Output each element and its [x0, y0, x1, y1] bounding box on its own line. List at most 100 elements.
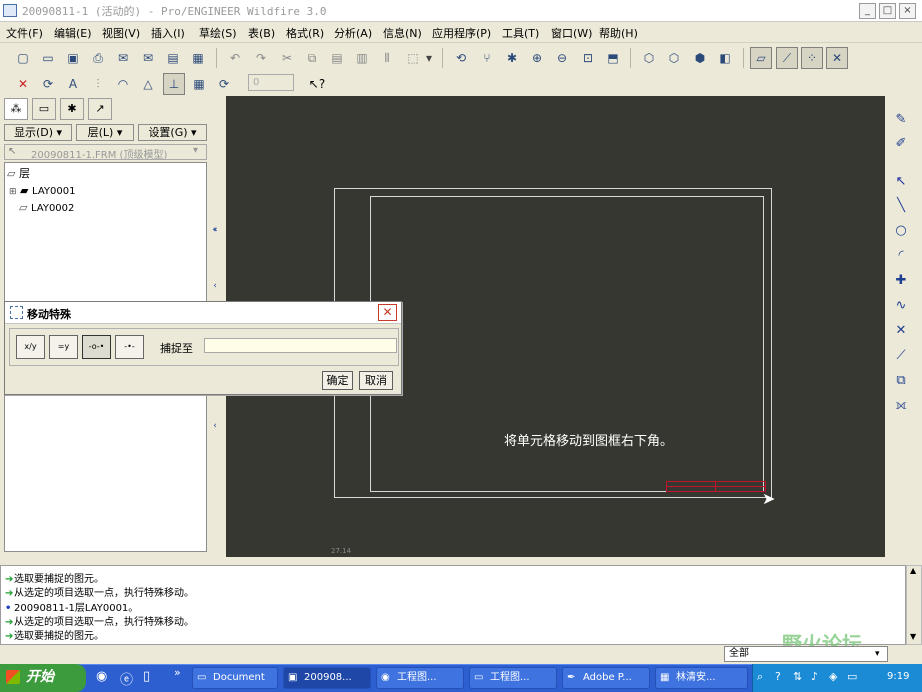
search-icon[interactable]: ⌕: [757, 670, 763, 684]
menu-analysis[interactable]: 分析(A): [334, 25, 372, 41]
selection-box-icon[interactable]: ⬚: [402, 47, 424, 69]
datum-icon[interactable]: △: [137, 73, 159, 95]
export-icon[interactable]: ▦: [187, 47, 209, 69]
scroll-up-icon[interactable]: ▲: [910, 566, 916, 575]
ok-button[interactable]: 确定: [322, 371, 353, 390]
settings-dropdown[interactable]: 设置(G) ▾: [138, 124, 207, 141]
layer-dropdown[interactable]: 层(L) ▾: [76, 124, 134, 141]
new-file-icon[interactable]: ▢: [12, 47, 34, 69]
vertex-snap-button[interactable]: -•-: [115, 335, 144, 359]
display-icon[interactable]: ▭: [847, 670, 857, 683]
arc-icon[interactable]: ◜: [890, 244, 912, 266]
tree-root[interactable]: ▱ 层: [7, 165, 30, 181]
menu-format[interactable]: 格式(R): [286, 25, 324, 41]
menu-file[interactable]: 文件(F): [6, 25, 43, 41]
snap-to-point-button[interactable]: -o-•: [82, 335, 111, 359]
datum-axes-icon[interactable]: ⟋: [776, 47, 798, 69]
snap-to-input[interactable]: [204, 338, 397, 353]
table-icon[interactable]: ▦: [188, 73, 210, 95]
select-arrow-icon[interactable]: ↖: [890, 170, 912, 192]
mirror-icon[interactable]: ⫴: [376, 47, 398, 69]
hidden-line-icon[interactable]: ⬡: [663, 47, 685, 69]
wireframe-icon[interactable]: ⬡: [638, 47, 660, 69]
collapse-handle-icon[interactable]: ‹: [211, 224, 219, 236]
help-icon[interactable]: ?: [775, 670, 781, 683]
sketcher-icon[interactable]: ✎: [890, 108, 912, 130]
network-icon[interactable]: ⇅: [793, 670, 802, 683]
coord-systems-icon[interactable]: ✕: [826, 47, 848, 69]
tree-item-lay0002[interactable]: ▱ LAY0002: [19, 201, 74, 214]
close-button[interactable]: ×: [899, 3, 916, 19]
task-drawing-1[interactable]: ◉ 工程图...: [376, 667, 464, 689]
message-scrollbar[interactable]: ▲ ▼: [906, 565, 922, 645]
snap-icon[interactable]: ✐: [890, 132, 912, 154]
shading-icon[interactable]: ◧: [714, 47, 736, 69]
menu-window[interactable]: 窗口(W): [551, 25, 592, 41]
scroll-down-icon[interactable]: ▼: [910, 632, 916, 641]
circle-icon[interactable]: ○: [890, 219, 912, 241]
cut-icon[interactable]: ✂: [276, 47, 298, 69]
update-table-icon[interactable]: ⟳: [213, 73, 235, 95]
tree-item-lay0001[interactable]: ⊞ ▰ LAY0001: [9, 184, 75, 197]
trim-icon[interactable]: ✕: [890, 319, 912, 341]
email-link-icon[interactable]: ✉: [137, 47, 159, 69]
offset-icon[interactable]: ⧉: [890, 369, 912, 391]
quicklaunch-more[interactable]: »: [174, 666, 181, 679]
selection-filter[interactable]: 全部 ▾: [724, 646, 888, 662]
sketch-icon[interactable]: ◠: [112, 73, 134, 95]
model-tree-icon[interactable]: ⑂: [476, 47, 498, 69]
volume-icon[interactable]: ♪: [811, 670, 818, 683]
refresh-sheet-icon[interactable]: ⟳: [37, 73, 59, 95]
email-icon[interactable]: ✉: [112, 47, 134, 69]
print-icon[interactable]: ⎙: [87, 47, 109, 69]
menu-edit[interactable]: 编辑(E): [54, 25, 92, 41]
datum-points-icon[interactable]: ⁘: [801, 47, 823, 69]
antivirus-icon[interactable]: ◈: [829, 670, 837, 683]
menu-view[interactable]: 视图(V): [102, 25, 140, 41]
absolute-coords-button[interactable]: x/y: [16, 335, 45, 359]
chevron-down-icon[interactable]: ▾: [423, 47, 435, 69]
refit-icon[interactable]: ⊡: [577, 47, 599, 69]
ie-icon[interactable]: ⓔ: [120, 669, 133, 688]
repaint-icon[interactable]: ✱: [501, 47, 523, 69]
task-lin-qingan[interactable]: ▦ 林清安...: [655, 667, 748, 689]
sheet-number-field[interactable]: 0: [248, 74, 294, 91]
no-hidden-icon[interactable]: ⬢: [689, 47, 711, 69]
open-folder-icon[interactable]: ▭: [37, 47, 59, 69]
collapse-handle-icon[interactable]: ‹: [211, 280, 219, 292]
collapse-handle-icon[interactable]: ‹: [211, 420, 219, 432]
context-help-icon[interactable]: ↖?: [306, 73, 328, 95]
mirror-sketch-icon[interactable]: ⟗: [890, 394, 912, 416]
chamfer-icon[interactable]: ⟋: [890, 344, 912, 366]
datum-planes-icon[interactable]: ▱: [750, 47, 772, 69]
menu-tools[interactable]: 工具(T): [502, 25, 539, 41]
zoom-in-icon[interactable]: ⊕: [526, 47, 548, 69]
task-drawing-2[interactable]: ▭ 工程图...: [469, 667, 557, 689]
undo-icon[interactable]: ↶: [224, 47, 246, 69]
task-adobe[interactable]: ✒ Adobe P...: [562, 667, 650, 689]
copy-icon[interactable]: ⧉: [301, 47, 323, 69]
menu-table[interactable]: 表(B): [248, 25, 275, 41]
delete-icon[interactable]: ✕: [12, 73, 34, 95]
folder-tab[interactable]: ▭: [32, 98, 56, 120]
menu-sketch[interactable]: 草绘(S): [199, 25, 237, 41]
paste-special-icon[interactable]: ▥: [351, 47, 373, 69]
orient-icon[interactable]: ⬒: [602, 47, 624, 69]
line-icon[interactable]: ╲: [890, 194, 912, 216]
text-style-icon[interactable]: A: [62, 73, 84, 95]
start-button[interactable]: 开始: [0, 664, 86, 692]
paste-icon[interactable]: ▤: [326, 47, 348, 69]
dialog-close-icon[interactable]: ✕: [378, 304, 397, 321]
menu-info[interactable]: 信息(N): [383, 25, 422, 41]
zoom-out-icon[interactable]: ⊖: [551, 47, 573, 69]
spline-icon[interactable]: ∿: [890, 294, 912, 316]
history-tab[interactable]: ↗: [88, 98, 112, 120]
regenerate-icon[interactable]: ⟲: [450, 47, 472, 69]
model-selector[interactable]: ↖ 20090811-1.FRM (顶级模型) ▾: [4, 144, 207, 161]
move-special-icon[interactable]: ⊥: [163, 73, 185, 95]
menu-insert[interactable]: 插入(I): [151, 25, 185, 41]
pdf-icon[interactable]: ▤: [162, 47, 184, 69]
menu-applications[interactable]: 应用程序(P): [432, 25, 491, 41]
point-icon[interactable]: ✚: [890, 269, 912, 291]
task-document[interactable]: ▭ Document: [192, 667, 278, 689]
